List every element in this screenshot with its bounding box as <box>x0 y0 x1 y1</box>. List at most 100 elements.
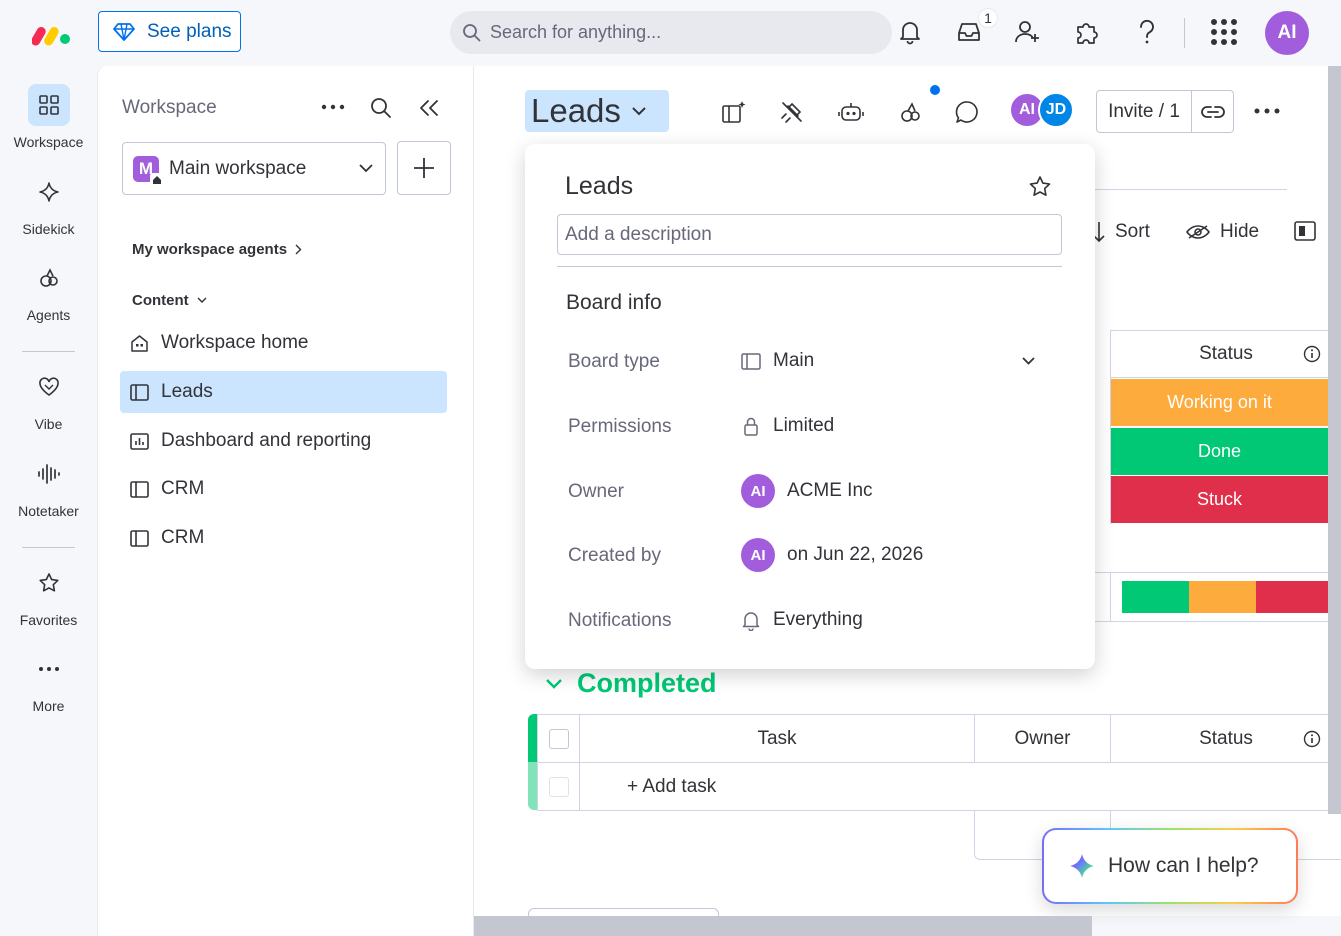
owner-header-label: Owner <box>1014 727 1071 749</box>
status-header-label: Status <box>1199 727 1253 749</box>
copy-link-button[interactable] <box>1192 105 1233 119</box>
workspace-search-icon[interactable] <box>370 97 392 119</box>
board-more-icon[interactable] <box>1254 108 1280 114</box>
favorite-star-icon[interactable] <box>1028 175 1052 199</box>
board-title-button[interactable]: Leads <box>525 90 669 132</box>
board-icon <box>130 529 149 547</box>
invite-button-group: Invite / 1 <box>1096 90 1234 133</box>
rail-item-agents[interactable]: Agents <box>0 257 97 323</box>
status-cell-done[interactable]: Done <box>1111 428 1328 475</box>
workspace-panel-title: Workspace <box>122 97 217 118</box>
bell-icon[interactable] <box>896 18 924 46</box>
add-row-checkbox <box>548 776 569 797</box>
see-plans-button[interactable]: See plans <box>98 11 241 52</box>
owner-value: ACME Inc <box>787 480 873 501</box>
rail-item-sidekick[interactable]: Sidekick <box>0 171 97 237</box>
workspace-selector[interactable]: M Main workspace <box>122 142 386 195</box>
content-section-toggle[interactable]: Content <box>132 292 207 309</box>
nav-item-crm-2[interactable]: CRM <box>120 517 447 559</box>
help-question-icon[interactable] <box>1133 18 1161 46</box>
board-icon <box>741 352 761 370</box>
search-bar[interactable]: Search for anything... <box>450 11 892 54</box>
status-summary-bar[interactable] <box>1122 581 1328 613</box>
invite-members-icon[interactable] <box>1014 18 1042 46</box>
link-icon <box>1200 105 1225 119</box>
automation-robot-icon[interactable] <box>837 98 865 126</box>
home-icon <box>130 334 149 353</box>
rail-item-vibe[interactable]: Vibe <box>0 366 97 432</box>
sort-button[interactable]: Sort <box>1093 221 1150 243</box>
user-avatar[interactable]: AI <box>1265 11 1309 55</box>
select-all-checkbox[interactable] <box>548 728 569 749</box>
ai-board-icon[interactable] <box>720 98 748 126</box>
completed-group-header[interactable]: Completed <box>545 668 717 699</box>
group-color-bar-light <box>528 762 537 810</box>
add-item-button[interactable] <box>397 141 451 195</box>
status-cell-stuck[interactable]: Stuck <box>1111 476 1328 523</box>
nav-item-leads[interactable]: Leads <box>120 371 447 413</box>
owner-column-header[interactable]: Owner <box>974 714 1111 763</box>
rail-item-more[interactable]: More <box>0 648 97 714</box>
integrations-puzzle-icon[interactable] <box>1073 18 1101 46</box>
board-icon <box>130 383 149 401</box>
owner-value-row[interactable]: AI ACME Inc <box>741 474 873 508</box>
see-plans-label: See plans <box>147 20 232 42</box>
updates-chat-icon[interactable] <box>953 98 981 126</box>
horizontal-scrollbar[interactable] <box>474 916 1092 936</box>
chevron-down-icon <box>359 164 373 173</box>
vertical-scrollbar[interactable] <box>1328 66 1341 814</box>
rail-label: Notetaker <box>18 503 79 519</box>
monday-logo-icon[interactable] <box>32 20 74 46</box>
content-label: Content <box>132 292 189 309</box>
invite-button[interactable]: Invite / 1 <box>1097 91 1192 132</box>
rail-divider <box>22 547 75 548</box>
nav-item-label: Workspace home <box>161 332 309 353</box>
nav-item-dashboard[interactable]: Dashboard and reporting <box>120 420 447 462</box>
workspace-grid-icon <box>27 84 70 126</box>
rail-item-favorites[interactable]: Favorites <box>0 562 97 628</box>
member-avatar-jd[interactable]: JD <box>1038 92 1074 128</box>
nav-item-crm[interactable]: CRM <box>120 468 447 510</box>
hide-button[interactable]: Hide <box>1186 221 1259 243</box>
notifications-value: Everything <box>773 609 863 630</box>
more-dots-icon <box>28 648 70 690</box>
status-column-header[interactable]: Status <box>1110 330 1341 378</box>
collapse-panel-icon[interactable] <box>419 99 439 117</box>
permissions-value: Limited <box>773 415 835 436</box>
workspace-logo: M <box>133 155 164 187</box>
created-by-value-row[interactable]: AI on Jun 22, 2026 <box>741 538 923 572</box>
notifications-value-row[interactable]: Everything <box>741 609 863 631</box>
info-icon[interactable] <box>1303 345 1321 363</box>
description-input[interactable] <box>557 214 1062 255</box>
apps-grid-icon[interactable] <box>1210 18 1238 46</box>
board-type-selector[interactable]: Main <box>741 350 1041 372</box>
rail-item-notetaker[interactable]: Notetaker <box>0 453 97 519</box>
add-task-row[interactable]: + Add task <box>579 762 1341 811</box>
group-color-bar <box>528 714 537 762</box>
board-type-label: Board type <box>568 351 660 372</box>
info-icon[interactable] <box>1303 730 1321 748</box>
board-type-value: Main <box>773 350 815 371</box>
group-by-button[interactable] <box>1294 221 1316 241</box>
task-header-label: Task <box>757 727 797 749</box>
agents-icon <box>28 257 70 299</box>
permissions-value-row[interactable]: Limited <box>741 415 834 437</box>
ai-help-button[interactable]: How can I help? <box>1042 828 1298 904</box>
popover-board-title[interactable]: Leads <box>565 172 633 201</box>
nav-item-label: Leads <box>161 381 213 402</box>
nav-item-workspace-home[interactable]: Workspace home <box>120 322 447 364</box>
workspace-agents-link[interactable]: My workspace agents <box>132 241 302 258</box>
sidekick-agents-icon[interactable] <box>897 98 925 126</box>
status-cell-working[interactable]: Working on it <box>1111 379 1328 426</box>
table-column-divider <box>1110 378 1111 524</box>
created-by-label: Created by <box>568 545 661 566</box>
task-column-header[interactable]: Task <box>579 714 975 763</box>
status-column-header-completed[interactable]: Status <box>1110 714 1341 763</box>
integrate-plug-icon[interactable] <box>778 98 806 126</box>
select-all-cell <box>537 714 580 763</box>
plus-icon <box>413 157 435 179</box>
workspace-more-icon[interactable] <box>321 104 345 110</box>
nav-item-label: CRM <box>161 478 205 499</box>
dashboard-chart-icon <box>130 432 149 450</box>
rail-item-workspace[interactable]: Workspace <box>0 84 97 150</box>
